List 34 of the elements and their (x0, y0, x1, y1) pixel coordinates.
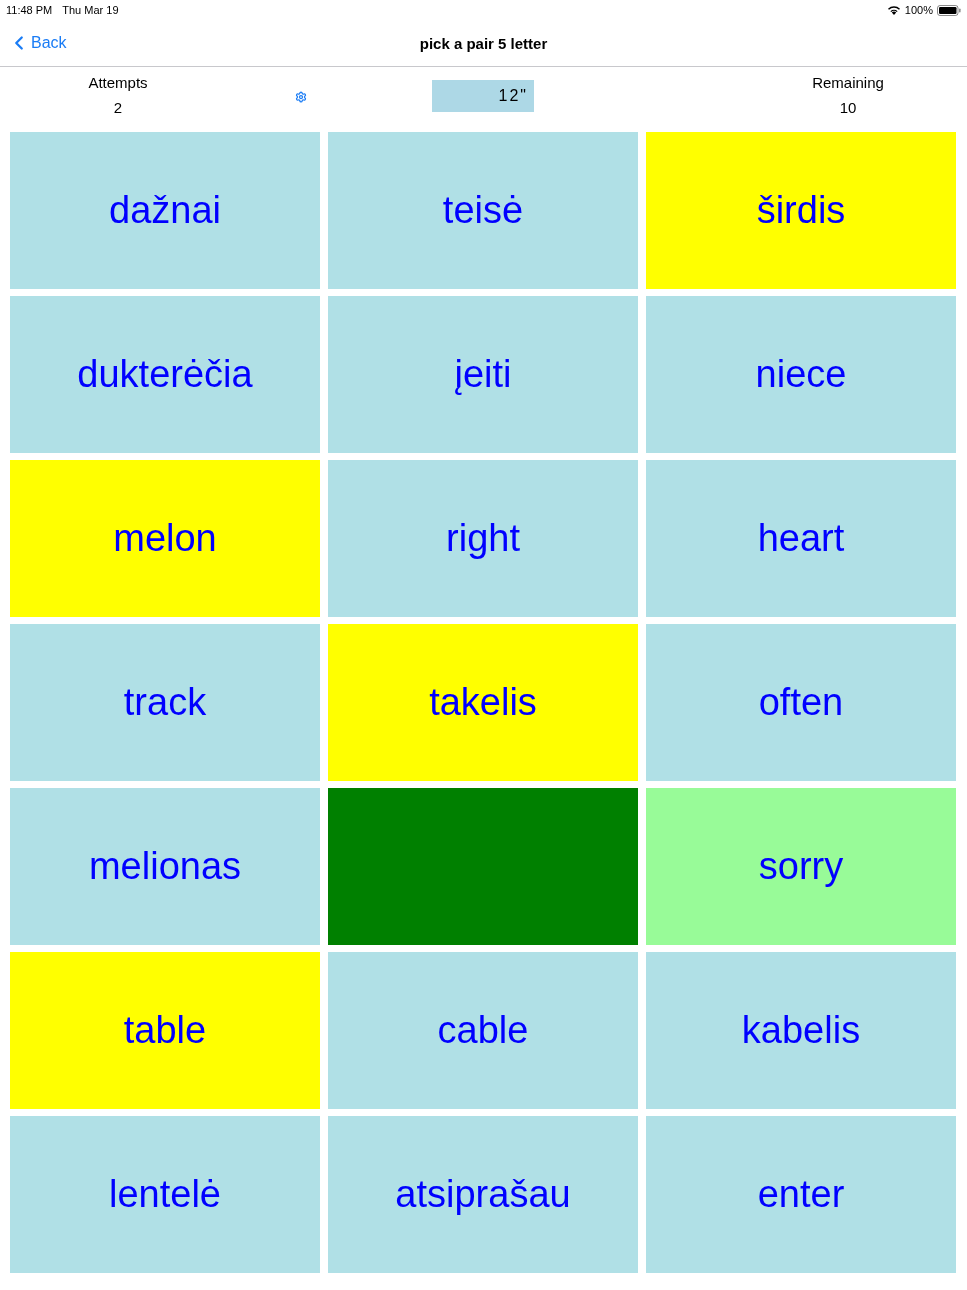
attempts-value: 2 (113, 99, 123, 117)
remaining-label: Remaining (812, 74, 884, 92)
word-tile[interactable] (328, 788, 638, 945)
attempts-label: Attempts (88, 74, 148, 92)
battery-icon (937, 4, 961, 16)
back-button[interactable]: Back (8, 32, 67, 54)
word-tile[interactable]: melon (10, 460, 320, 617)
word-tile[interactable]: track (10, 624, 320, 781)
word-tile[interactable]: lentelė (10, 1116, 320, 1273)
word-tile[interactable]: kabelis (646, 952, 956, 1109)
word-tile[interactable]: cable (328, 952, 638, 1109)
word-tile[interactable]: melionas (10, 788, 320, 945)
word-tile[interactable]: įeiti (328, 296, 638, 453)
word-tile[interactable]: table (10, 952, 320, 1109)
word-tile[interactable]: sorry (646, 788, 956, 945)
word-tile[interactable]: enter (646, 1116, 956, 1273)
screen-title: pick a pair 5 letter (419, 34, 548, 52)
word-tile[interactable]: heart (646, 460, 956, 617)
word-tile[interactable]: often (646, 624, 956, 781)
word-tile[interactable]: niece (646, 296, 956, 453)
word-tile[interactable]: dukterėčia (10, 296, 320, 453)
word-tile[interactable]: atsiprašau (328, 1116, 638, 1273)
battery-percent: 100% (904, 4, 933, 16)
word-tile[interactable]: širdis (646, 132, 956, 289)
word-tile[interactable]: teisė (328, 132, 638, 289)
word-tile[interactable]: dažnai (10, 132, 320, 289)
word-tile[interactable]: takelis (328, 624, 638, 781)
status-date: Thu Mar 19 (62, 4, 119, 16)
remaining-value: 10 (839, 99, 857, 117)
settings-icon[interactable] (295, 90, 307, 103)
status-time: 11:48 PM (6, 4, 53, 16)
wifi-icon (886, 5, 901, 15)
timer-display: 12" (432, 79, 534, 112)
word-tile[interactable]: right (328, 460, 638, 617)
